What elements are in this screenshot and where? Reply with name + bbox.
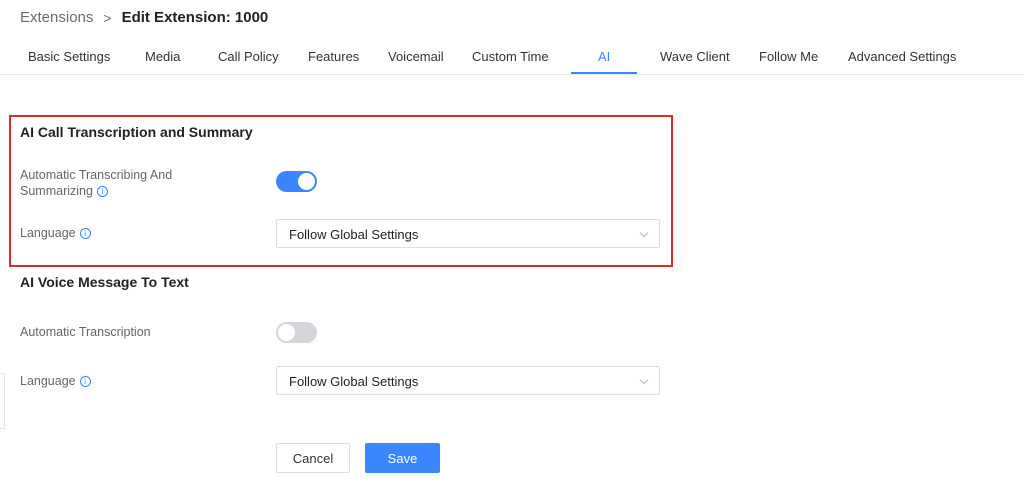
auto-transcription-label: Automatic Transcription — [20, 325, 151, 339]
auto-transcribing-label-line2: Summarizing — [20, 184, 93, 198]
info-icon[interactable]: i — [79, 228, 91, 240]
ai-voice-language-label-text: Language — [20, 374, 76, 388]
tab-custom-time[interactable]: Custom Time — [472, 49, 549, 64]
tab-basic-settings[interactable]: Basic Settings — [28, 49, 110, 64]
tab-follow-me[interactable]: Follow Me — [759, 49, 818, 64]
ai-call-section-title: AI Call Transcription and Summary — [20, 124, 253, 140]
auto-transcription-toggle[interactable] — [276, 322, 317, 343]
toggle-knob — [298, 173, 315, 190]
breadcrumb-separator: > — [103, 9, 112, 26]
ai-call-language-label: Language i — [20, 225, 91, 241]
ai-voice-language-select[interactable]: Follow Global Settings — [276, 366, 660, 395]
chevron-down-icon — [639, 375, 649, 385]
breadcrumb: Extensions > Edit Extension: 1000 — [20, 9, 268, 26]
chevron-down-icon — [639, 228, 649, 238]
tab-call-policy[interactable]: Call Policy — [218, 49, 279, 64]
ai-call-language-value: Follow Global Settings — [289, 227, 419, 242]
ai-call-language-label-text: Language — [20, 226, 76, 240]
cancel-button[interactable]: Cancel — [276, 443, 350, 473]
page-title: Edit Extension: 1000 — [121, 9, 269, 26]
auto-transcribing-label: Automatic Transcribing And Summarizing i — [20, 167, 172, 199]
save-button[interactable]: Save — [365, 443, 440, 473]
tab-advanced-settings[interactable]: Advanced Settings — [848, 49, 956, 64]
toggle-knob — [278, 324, 295, 341]
tab-wave-client[interactable]: Wave Client — [660, 49, 730, 64]
ai-call-language-select[interactable]: Follow Global Settings — [276, 219, 660, 248]
info-icon[interactable]: i — [79, 376, 91, 388]
info-icon[interactable]: i — [96, 186, 108, 198]
auto-transcribing-label-line1: Automatic Transcribing And — [20, 168, 173, 182]
tab-bar: Basic Settings Media Call Policy Feature… — [0, 40, 1024, 75]
auto-transcribing-toggle[interactable] — [276, 171, 317, 192]
ai-voice-language-value: Follow Global Settings — [289, 374, 419, 389]
ai-voice-language-label: Language i — [20, 373, 91, 389]
active-tab-indicator — [571, 72, 637, 74]
side-panel-handle[interactable] — [0, 373, 5, 429]
tab-ai[interactable]: AI — [598, 49, 610, 64]
ai-voice-section-title: AI Voice Message To Text — [20, 274, 189, 290]
tab-voicemail[interactable]: Voicemail — [388, 49, 444, 64]
tab-media[interactable]: Media — [145, 49, 180, 64]
breadcrumb-extensions-link[interactable]: Extensions — [20, 9, 93, 26]
tab-features[interactable]: Features — [308, 49, 359, 64]
